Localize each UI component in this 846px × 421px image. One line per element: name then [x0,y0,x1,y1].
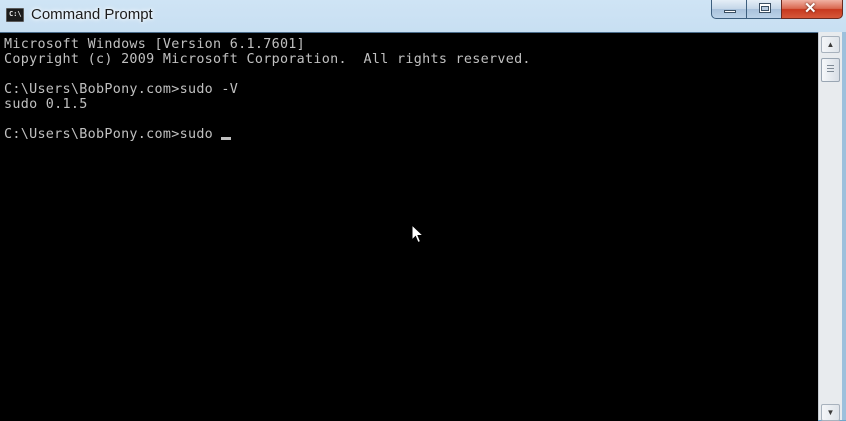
title-bar[interactable]: C:\ Command Prompt ✕ [0,0,846,32]
console-input-line[interactable]: C:\Users\BobPony.com>sudo [4,127,232,142]
close-icon: ✕ [804,0,817,17]
text-cursor [221,137,232,140]
console-line-output: sudo 0.1.5 [4,97,88,112]
scroll-up-button[interactable]: ▲ [821,36,840,53]
vertical-scrollbar[interactable]: ▲ ▼ [818,32,842,421]
window-title: Command Prompt [31,6,153,23]
minimize-icon [724,10,736,13]
maximize-button[interactable] [746,0,782,19]
scrollbar-thumb[interactable] [821,58,840,82]
maximize-icon [759,3,771,13]
console-line-copyright: Copyright (c) 2009 Microsoft Corporation… [4,52,531,67]
command-prompt-window: C:\ Command Prompt ✕ Microsoft Windows [… [0,0,846,421]
console-output[interactable]: Microsoft Windows [Version 6.1.7601] Cop… [0,32,818,421]
console-line-version: Microsoft Windows [Version 6.1.7601] [4,37,306,52]
console-line-command: C:\Users\BobPony.com>sudo -V [4,82,239,97]
mouse-pointer-icon [411,224,425,244]
console-prompt: C:\Users\BobPony.com>sudo [4,127,222,142]
minimize-button[interactable] [711,0,747,19]
window-frame-edge [842,32,846,420]
scroll-down-button[interactable]: ▼ [821,404,840,421]
cmd-app-icon[interactable]: C:\ [6,8,24,22]
close-button[interactable]: ✕ [781,0,843,19]
